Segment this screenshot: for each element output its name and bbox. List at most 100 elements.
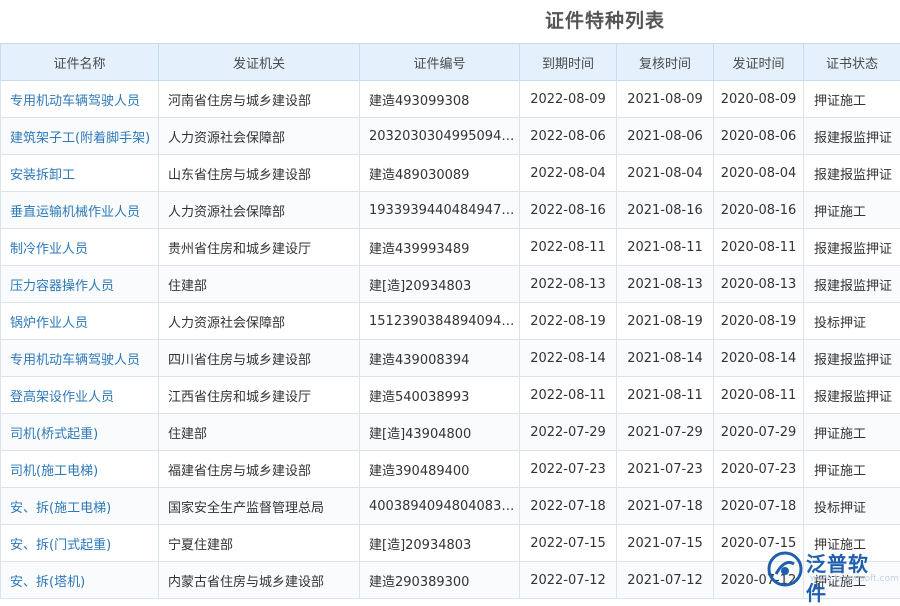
- cell-issue-date: 2020-07-23: [714, 451, 804, 488]
- column-header-status[interactable]: 证书状态: [804, 44, 900, 81]
- cell-issuer: 住建部: [159, 266, 360, 303]
- cell-expiry-date: 2022-08-06: [520, 118, 617, 155]
- cell-issuer: 国家安全生产监督管理总局: [159, 488, 360, 525]
- cell-cert-name[interactable]: 压力容器操作人员: [1, 266, 159, 303]
- certificate-table: 证件名称 发证机关 证件编号 到期时间 复核时间 发证时间 证书状态 专用机动车…: [0, 43, 900, 599]
- cell-issuer: 宁夏住建部: [159, 525, 360, 562]
- cell-cert-number: 建[造]20934803: [360, 266, 520, 303]
- cell-cert-name[interactable]: 司机(施工电梯): [1, 451, 159, 488]
- cell-issuer: 江西省住房和城乡建设厅: [159, 377, 360, 414]
- column-header-issue-date[interactable]: 发证时间: [714, 44, 804, 81]
- cell-review-date: 2021-08-06: [617, 118, 714, 155]
- cell-review-date: 2021-08-04: [617, 155, 714, 192]
- cell-issue-date: 2020-07-18: [714, 488, 804, 525]
- brand-logo-url: www.fanpusoft.com: [810, 574, 899, 584]
- cell-cert-name[interactable]: 安、拆(塔机): [1, 562, 159, 599]
- column-header-review[interactable]: 复核时间: [617, 44, 714, 81]
- cell-cert-name[interactable]: 安装拆卸工: [1, 155, 159, 192]
- cell-issue-date: 2020-08-16: [714, 192, 804, 229]
- table-row[interactable]: 垂直运输机械作业人员人力资源社会保障部19339394404849474...2…: [1, 192, 900, 229]
- table-row[interactable]: 司机(桥式起重)住建部建[造]439048002022-07-292021-07…: [1, 414, 900, 451]
- cell-expiry-date: 2022-08-09: [520, 81, 617, 118]
- table-header-row: 证件名称 发证机关 证件编号 到期时间 复核时间 发证时间 证书状态: [1, 44, 900, 81]
- column-header-name[interactable]: 证件名称: [1, 44, 159, 81]
- cell-status: 押证施工: [804, 451, 900, 488]
- cell-status: 报建报监押证: [804, 377, 900, 414]
- cell-issue-date: 2020-08-06: [714, 118, 804, 155]
- cell-status: 报建报监押证: [804, 229, 900, 266]
- table-row[interactable]: 专用机动车辆驾驶人员四川省住房与城乡建设部建造4390083942022-08-…: [1, 340, 900, 377]
- cell-issue-date: 2020-08-19: [714, 303, 804, 340]
- cell-review-date: 2021-08-19: [617, 303, 714, 340]
- table-row[interactable]: 专用机动车辆驾驶人员河南省住房与城乡建设部建造4930993082022-08-…: [1, 81, 900, 118]
- table-row[interactable]: 安装拆卸工山东省住房与城乡建设部建造4890300892022-08-04202…: [1, 155, 900, 192]
- table-row[interactable]: 司机(施工电梯)福建省住房与城乡建设部建造3904894002022-07-23…: [1, 451, 900, 488]
- cell-cert-number: 40038940948040830...: [360, 488, 520, 525]
- cell-issue-date: 2020-08-11: [714, 229, 804, 266]
- cell-review-date: 2021-07-18: [617, 488, 714, 525]
- cell-expiry-date: 2022-08-11: [520, 229, 617, 266]
- column-header-expiry[interactable]: 到期时间: [520, 44, 617, 81]
- cell-review-date: 2021-08-16: [617, 192, 714, 229]
- cell-status: 押证施工: [804, 81, 900, 118]
- cell-cert-number: 19339394404849474...: [360, 192, 520, 229]
- cell-expiry-date: 2022-07-12: [520, 562, 617, 599]
- cell-issuer: 贵州省住房和城乡建设厅: [159, 229, 360, 266]
- table-row[interactable]: 登高架设作业人员江西省住房和城乡建设厅建造5400389932022-08-11…: [1, 377, 900, 414]
- cell-issue-date: 2020-08-11: [714, 377, 804, 414]
- cell-expiry-date: 2022-07-15: [520, 525, 617, 562]
- cell-cert-name[interactable]: 安、拆(施工电梯): [1, 488, 159, 525]
- cell-cert-name[interactable]: 垂直运输机械作业人员: [1, 192, 159, 229]
- cell-cert-number: 建造390489400: [360, 451, 520, 488]
- cell-issuer: 福建省住房与城乡建设部: [159, 451, 360, 488]
- column-header-issuer[interactable]: 发证机关: [159, 44, 360, 81]
- cell-review-date: 2021-08-13: [617, 266, 714, 303]
- table-row[interactable]: 制冷作业人员贵州省住房和城乡建设厅建造4399934892022-08-1120…: [1, 229, 900, 266]
- cell-review-date: 2021-07-15: [617, 525, 714, 562]
- cell-cert-name[interactable]: 锅炉作业人员: [1, 303, 159, 340]
- cell-cert-number: 20320303049950945...: [360, 118, 520, 155]
- cell-issue-date: 2020-08-13: [714, 266, 804, 303]
- table-row[interactable]: 安、拆(施工电梯)国家安全生产监督管理总局40038940948040830..…: [1, 488, 900, 525]
- table-row[interactable]: 压力容器操作人员住建部建[造]209348032022-08-132021-08…: [1, 266, 900, 303]
- cell-issuer: 山东省住房与城乡建设部: [159, 155, 360, 192]
- cell-cert-name[interactable]: 专用机动车辆驾驶人员: [1, 81, 159, 118]
- cell-expiry-date: 2022-07-18: [520, 488, 617, 525]
- cell-cert-number: 建[造]20934803: [360, 525, 520, 562]
- cell-cert-number: 建造439993489: [360, 229, 520, 266]
- cell-expiry-date: 2022-08-16: [520, 192, 617, 229]
- cell-cert-name[interactable]: 制冷作业人员: [1, 229, 159, 266]
- cell-cert-number: 建造493099308: [360, 81, 520, 118]
- cell-cert-number: 建造489030089: [360, 155, 520, 192]
- cell-review-date: 2021-08-14: [617, 340, 714, 377]
- cell-review-date: 2021-07-12: [617, 562, 714, 599]
- cell-cert-name[interactable]: 安、拆(门式起重): [1, 525, 159, 562]
- cell-issuer: 四川省住房与城乡建设部: [159, 340, 360, 377]
- cell-cert-number: 建造540038993: [360, 377, 520, 414]
- cell-review-date: 2021-07-29: [617, 414, 714, 451]
- cell-cert-name[interactable]: 专用机动车辆驾驶人员: [1, 340, 159, 377]
- cell-review-date: 2021-08-11: [617, 377, 714, 414]
- cell-review-date: 2021-08-11: [617, 229, 714, 266]
- table-row[interactable]: 建筑架子工(附着脚手架)人力资源社会保障部20320303049950945..…: [1, 118, 900, 155]
- cell-cert-number: 建造439008394: [360, 340, 520, 377]
- cell-expiry-date: 2022-08-19: [520, 303, 617, 340]
- cell-review-date: 2021-08-09: [617, 81, 714, 118]
- cell-cert-name[interactable]: 登高架设作业人员: [1, 377, 159, 414]
- cell-issuer: 内蒙古省住房与城乡建设部: [159, 562, 360, 599]
- cell-status: 押证施工: [804, 192, 900, 229]
- column-header-number[interactable]: 证件编号: [360, 44, 520, 81]
- cell-status: 报建报监押证: [804, 340, 900, 377]
- cell-expiry-date: 2022-07-23: [520, 451, 617, 488]
- cell-issue-date: 2020-08-14: [714, 340, 804, 377]
- brand-logo: 泛普软件 www.fanpusoft.com: [766, 548, 886, 592]
- cell-issuer: 人力资源社会保障部: [159, 303, 360, 340]
- cell-cert-name[interactable]: 建筑架子工(附着脚手架): [1, 118, 159, 155]
- cell-status: 报建报监押证: [804, 118, 900, 155]
- cell-status: 押证施工: [804, 414, 900, 451]
- cell-status: 投标押证: [804, 488, 900, 525]
- cell-cert-name[interactable]: 司机(桥式起重): [1, 414, 159, 451]
- table-row[interactable]: 锅炉作业人员人力资源社会保障部15123903848940948...2022-…: [1, 303, 900, 340]
- cell-cert-number: 15123903848940948...: [360, 303, 520, 340]
- cell-expiry-date: 2022-08-13: [520, 266, 617, 303]
